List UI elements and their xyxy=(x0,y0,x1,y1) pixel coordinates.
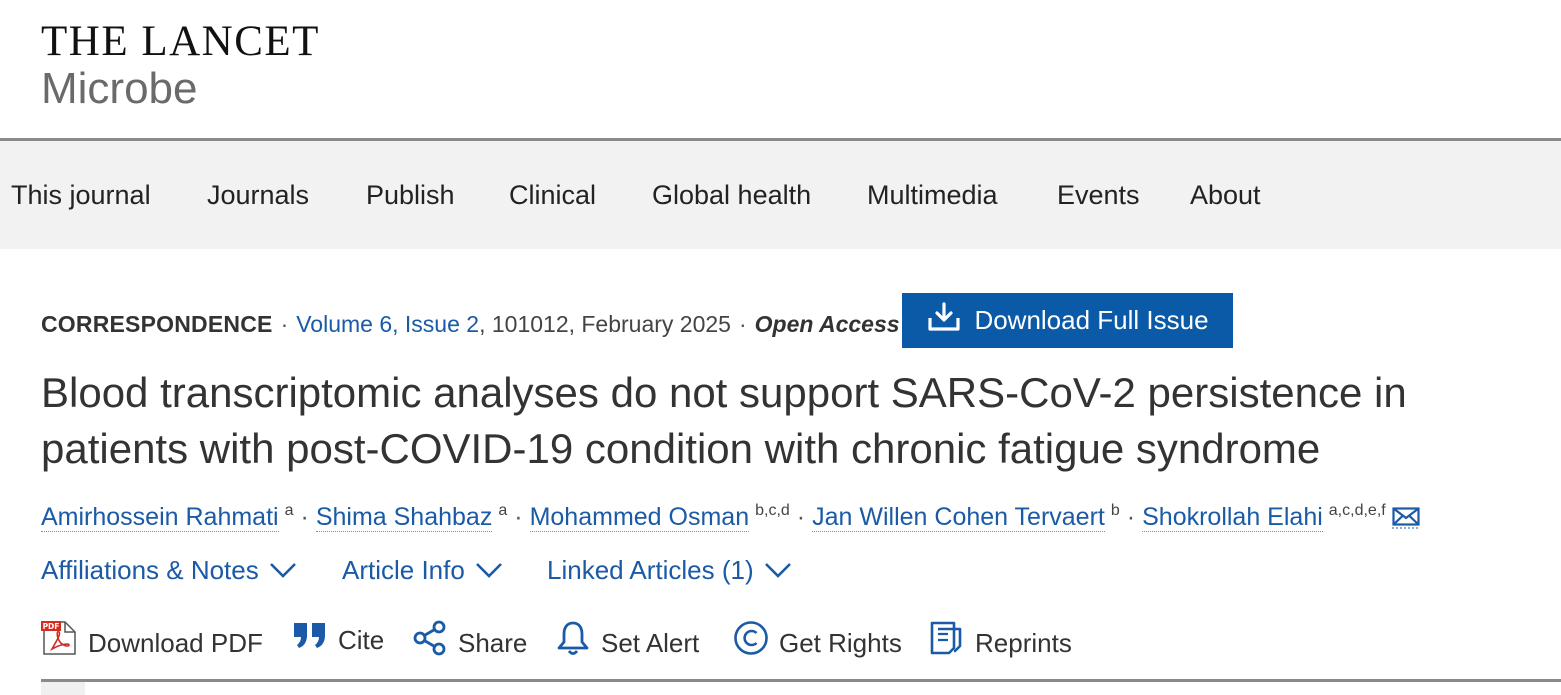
section-divider xyxy=(41,679,1561,682)
linked-articles-toggle[interactable]: Linked Articles (1) xyxy=(547,553,792,587)
affiliations-notes-toggle[interactable]: Affiliations & Notes xyxy=(41,553,297,587)
journal-logo[interactable]: THE LANCET Microbe xyxy=(41,18,320,114)
reprints-icon xyxy=(929,620,975,665)
article-info-label: Article Info xyxy=(342,555,465,585)
cite-button[interactable]: Cite xyxy=(292,620,384,659)
content-tab-stub xyxy=(41,682,85,695)
copyright-icon xyxy=(733,620,779,665)
author-list: Amirhossein Rahmati a · Shima Shahbaz a · Moha… xyxy=(41,493,1420,539)
linked-articles-label: Linked Articles (1) xyxy=(547,555,754,585)
nav-item-events[interactable]: Events xyxy=(1057,178,1140,212)
chevron-down-icon xyxy=(269,563,296,578)
nav-item-multimedia[interactable]: Multimedia xyxy=(867,178,998,212)
get-rights-button[interactable]: Get Rights xyxy=(733,620,902,665)
article-type: CORRESPONDENCE xyxy=(41,311,273,337)
pdf-icon: PDF xyxy=(41,620,88,665)
reprints-button[interactable]: Reprints xyxy=(929,620,1072,665)
meta-separator: · xyxy=(280,311,289,337)
article-meta: CORRESPONDENCE · Volume 6, Issue 2, 101012… xyxy=(41,308,900,340)
main-nav: This journal Journals Publish Clinical G… xyxy=(0,138,1561,249)
author-affiliation[interactable]: b,c,d xyxy=(755,502,790,519)
svg-text:PDF: PDF xyxy=(43,622,60,631)
get-rights-label: Get Rights xyxy=(779,627,902,658)
author-affiliation[interactable]: b xyxy=(1111,502,1120,519)
article-details: , 101012, February 2025 xyxy=(479,311,731,337)
open-access-label: Open Access xyxy=(754,311,900,337)
download-icon xyxy=(926,302,974,339)
author-affiliation[interactable]: a xyxy=(285,502,294,519)
chevron-down-icon xyxy=(475,563,502,578)
download-pdf-button[interactable]: PDF Download PDF xyxy=(41,620,263,665)
download-full-issue-button[interactable]: Download Full Issue xyxy=(902,293,1233,348)
nav-item-this-journal[interactable]: This journal xyxy=(11,178,151,212)
author-link[interactable]: Shima Shahbaz xyxy=(315,503,493,532)
share-label: Share xyxy=(458,627,528,658)
set-alert-button[interactable]: Set Alert xyxy=(555,620,699,665)
reprints-label: Reprints xyxy=(975,627,1072,658)
author-affiliation[interactable]: a,c,d,e,f xyxy=(1329,502,1386,519)
nav-item-about[interactable]: About xyxy=(1190,178,1261,212)
meta-separator: · xyxy=(738,311,747,337)
share-button[interactable]: Share xyxy=(412,620,527,665)
author-link[interactable]: Shokrollah Elahi xyxy=(1142,503,1323,532)
affiliations-notes-label: Affiliations & Notes xyxy=(41,555,259,585)
author-link[interactable]: Mohammed Osman xyxy=(529,503,750,532)
author-affiliation[interactable]: a xyxy=(498,502,507,519)
share-icon xyxy=(412,620,458,665)
nav-item-publish[interactable]: Publish xyxy=(366,178,455,212)
chevron-down-icon xyxy=(764,563,791,578)
set-alert-label: Set Alert xyxy=(601,627,700,658)
volume-issue-link[interactable]: Volume 6, Issue 2 xyxy=(296,311,479,337)
author-link[interactable]: Jan Willen Cohen Tervaert xyxy=(812,503,1105,532)
brand-name: THE LANCET xyxy=(41,18,320,65)
article-title: Blood transcriptomic analyses do not sup… xyxy=(41,369,1407,472)
download-pdf-label: Download PDF xyxy=(88,627,263,658)
download-full-issue-label: Download Full Issue xyxy=(974,305,1209,335)
brand-subtitle: Microbe xyxy=(41,64,198,113)
nav-item-journals[interactable]: Journals xyxy=(207,178,309,212)
author-link[interactable]: Amirhossein Rahmati xyxy=(41,503,279,532)
email-icon[interactable] xyxy=(1391,503,1420,539)
nav-item-clinical[interactable]: Clinical xyxy=(509,178,596,212)
article-info-toggle[interactable]: Article Info xyxy=(342,553,503,587)
quote-icon xyxy=(292,620,338,659)
bell-icon xyxy=(555,620,601,665)
cite-label: Cite xyxy=(338,624,385,655)
nav-item-global-health[interactable]: Global health xyxy=(652,178,811,212)
